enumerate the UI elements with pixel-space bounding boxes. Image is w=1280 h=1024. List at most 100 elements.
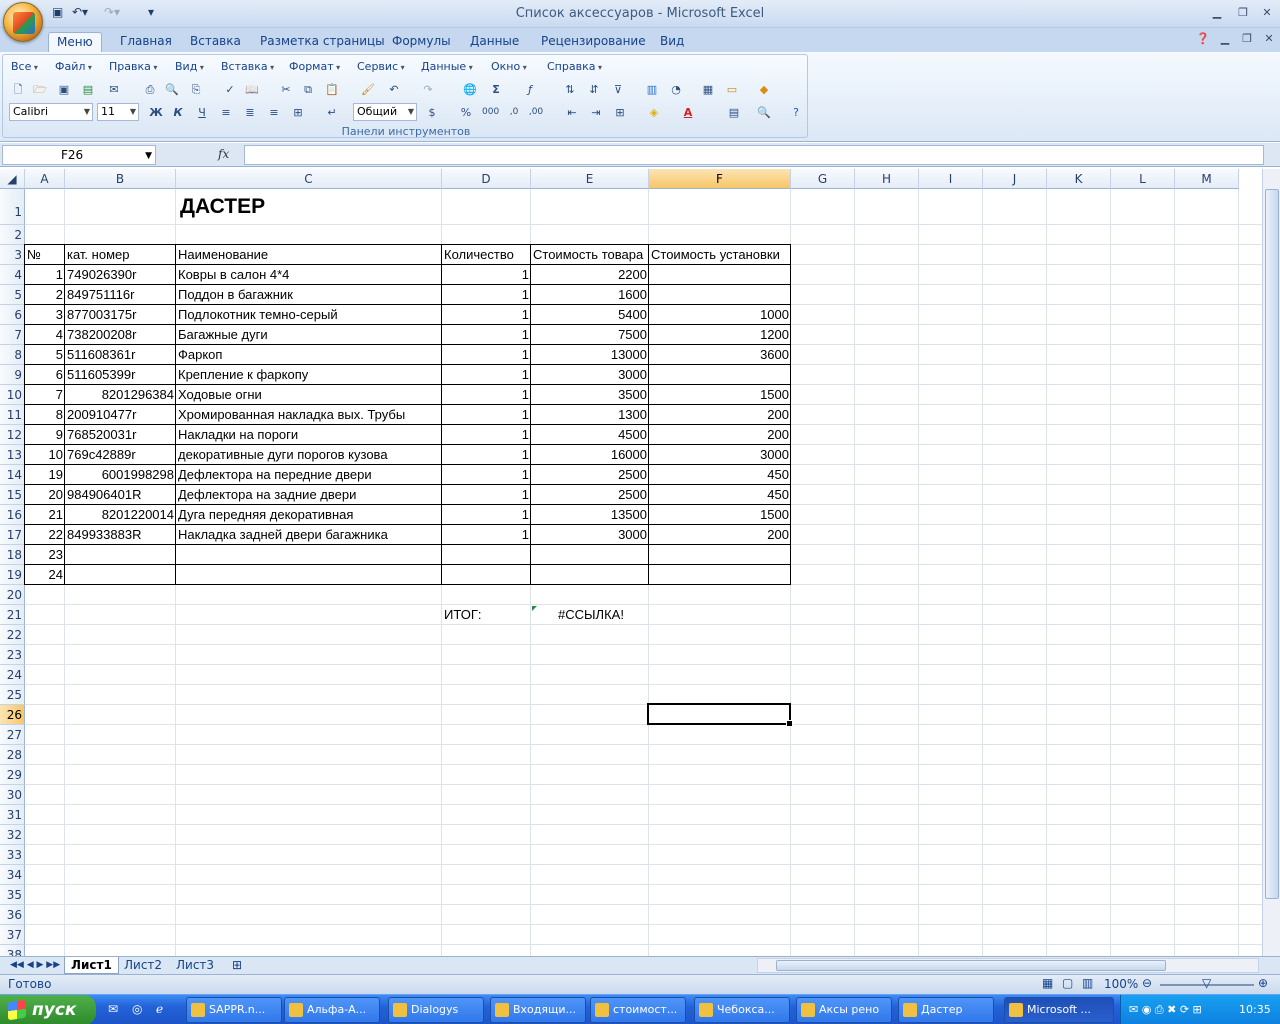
cell-num[interactable]: 22 bbox=[25, 525, 65, 545]
menu-window[interactable]: Окно bbox=[491, 60, 527, 73]
cell-name[interactable]: Подлокотник темно-серый bbox=[176, 305, 442, 325]
save-icon[interactable]: ▣ bbox=[55, 81, 73, 98]
cell-num[interactable]: 7 bbox=[25, 385, 65, 405]
copy-icon[interactable]: ⧉ bbox=[299, 81, 317, 98]
cell-install[interactable]: 1500 bbox=[649, 505, 791, 525]
cell-price[interactable]: 3000 bbox=[531, 525, 649, 545]
cell-name[interactable] bbox=[176, 565, 442, 585]
doc-close-icon[interactable]: ✕ bbox=[1258, 31, 1280, 47]
column-header[interactable]: J bbox=[983, 169, 1047, 189]
row-header[interactable]: 33 bbox=[0, 845, 25, 865]
cell-num[interactable]: 5 bbox=[25, 345, 65, 365]
row-header[interactable]: 1 bbox=[0, 189, 25, 225]
cell-qty[interactable]: 1 bbox=[442, 325, 531, 345]
zoom-in-icon[interactable]: ⊕ bbox=[1258, 976, 1268, 990]
menu-all[interactable]: Все bbox=[11, 60, 38, 73]
cell-install[interactable]: 200 bbox=[649, 425, 791, 445]
row-header[interactable]: 38 bbox=[0, 945, 25, 956]
tab-insert[interactable]: Вставка bbox=[182, 32, 249, 52]
name-box[interactable]: F26 ▼ bbox=[2, 145, 156, 165]
header-cell-price[interactable]: Стоимость товара bbox=[531, 245, 649, 265]
print-preview-icon[interactable]: 🔍 bbox=[163, 81, 181, 98]
underline-button[interactable]: Ч bbox=[193, 104, 211, 121]
row-header[interactable]: 19 bbox=[0, 565, 25, 585]
cell-cat-number[interactable]: 749026390r bbox=[65, 265, 176, 285]
close-icon[interactable]: ✕ bbox=[1256, 5, 1278, 21]
research-icon[interactable]: ⎘ bbox=[187, 81, 205, 98]
sheet-tab-2[interactable]: Лист2 bbox=[118, 957, 168, 974]
cell-qty[interactable]: 1 bbox=[442, 345, 531, 365]
cell-name[interactable]: Накладки на пороги bbox=[176, 425, 442, 445]
cell-name[interactable]: Ходовые огни bbox=[176, 385, 442, 405]
cell-name[interactable]: Дефлектора на задние двери bbox=[176, 485, 442, 505]
cell-cat-number[interactable]: 8201220014 bbox=[65, 505, 176, 525]
header-cell-cat[interactable]: кат. номер bbox=[65, 245, 176, 265]
row-header[interactable]: 30 bbox=[0, 785, 25, 805]
menu-help[interactable]: Справка bbox=[547, 60, 602, 73]
insert-sheet-icon[interactable]: ⊞ bbox=[226, 957, 248, 974]
cell-cat-number[interactable]: 511608361r bbox=[65, 345, 176, 365]
cell-cat-number[interactable]: 738200208r bbox=[65, 325, 176, 345]
start-button[interactable]: пуск bbox=[0, 995, 96, 1024]
row-header[interactable]: 3 bbox=[0, 245, 25, 265]
folder-icon[interactable]: ▭ bbox=[723, 81, 741, 98]
tab-view[interactable]: Вид bbox=[652, 32, 692, 52]
cell-price[interactable]: 1600 bbox=[531, 285, 649, 305]
horizontal-scrollbar[interactable] bbox=[757, 958, 1259, 973]
row-header[interactable]: 8 bbox=[0, 345, 25, 365]
chart-icon[interactable]: ▥ bbox=[643, 81, 661, 98]
taskbar-item[interactable]: Чебокса... bbox=[694, 997, 790, 1023]
quicklaunch-icon[interactable]: ✉ bbox=[108, 1002, 118, 1016]
tab-formulas[interactable]: Формулы bbox=[384, 32, 459, 52]
cell-cat-number[interactable]: 6001998298 bbox=[65, 465, 176, 485]
menu-insert[interactable]: Вставка bbox=[221, 60, 274, 73]
align-right-icon[interactable]: ≡ bbox=[265, 104, 283, 121]
office-button[interactable] bbox=[3, 2, 43, 42]
paste-icon[interactable]: 📋 bbox=[323, 81, 341, 98]
cell-qty[interactable]: 1 bbox=[442, 485, 531, 505]
cell-num[interactable]: 6 bbox=[25, 365, 65, 385]
zoom-slider-thumb[interactable]: ▽ bbox=[1202, 976, 1211, 990]
cell-price[interactable]: 2200 bbox=[531, 265, 649, 285]
vertical-scroll-thumb[interactable] bbox=[1265, 189, 1279, 899]
cell-price[interactable] bbox=[531, 545, 649, 565]
row-header[interactable]: 11 bbox=[0, 405, 25, 425]
menu-tools[interactable]: Сервис bbox=[357, 60, 405, 73]
vertical-scrollbar[interactable] bbox=[1262, 169, 1280, 956]
row-header[interactable]: 16 bbox=[0, 505, 25, 525]
taskbar-item[interactable]: Входящи... bbox=[490, 997, 586, 1023]
format-painter-icon[interactable]: 🖌 bbox=[359, 81, 377, 98]
row-header[interactable]: 26 bbox=[0, 705, 25, 725]
currency-icon[interactable]: $ bbox=[423, 104, 441, 121]
row-header[interactable]: 10 bbox=[0, 385, 25, 405]
align-center-icon[interactable]: ≣ bbox=[241, 104, 259, 121]
row-header[interactable]: 23 bbox=[0, 645, 25, 665]
increase-decimal-icon[interactable]: ,0 bbox=[505, 104, 523, 121]
cell-install[interactable] bbox=[649, 365, 791, 385]
bold-button[interactable]: Ж bbox=[147, 104, 165, 121]
cell-name[interactable]: Хромированная накладка вых. Трубы bbox=[176, 405, 442, 425]
row-header[interactable]: 15 bbox=[0, 485, 25, 505]
cell-num[interactable]: 24 bbox=[25, 565, 65, 585]
format-cells-icon[interactable]: ▤ bbox=[725, 104, 743, 121]
zoom-icon[interactable]: 🔍 bbox=[755, 104, 773, 121]
zoom-level[interactable]: 100% bbox=[1104, 977, 1138, 991]
fill-color-icon[interactable]: ◈ bbox=[645, 104, 663, 121]
font-color-icon[interactable]: A bbox=[679, 104, 697, 121]
new-icon[interactable]: 🗋 bbox=[9, 81, 27, 98]
cell-price[interactable] bbox=[531, 565, 649, 585]
row-header[interactable]: 12 bbox=[0, 425, 25, 445]
open-icon[interactable]: 🗁 bbox=[31, 81, 49, 98]
drawing-icon[interactable]: ◔ bbox=[667, 81, 685, 98]
row-header[interactable]: 13 bbox=[0, 445, 25, 465]
taskbar-item[interactable]: Dialogys bbox=[388, 997, 484, 1023]
cell-num[interactable]: 21 bbox=[25, 505, 65, 525]
cell-install[interactable]: 200 bbox=[649, 525, 791, 545]
column-header[interactable]: B bbox=[65, 169, 176, 189]
tray-icons[interactable]: ✉ ◉ ⎙ ✖ ⟳ ⊞ bbox=[1129, 1003, 1202, 1017]
cell-cat-number[interactable]: 877003175r bbox=[65, 305, 176, 325]
cell-install[interactable]: 1500 bbox=[649, 385, 791, 405]
print-icon[interactable]: ⎙ bbox=[141, 81, 159, 98]
page-layout-icon[interactable]: ▢ bbox=[1062, 976, 1073, 990]
row-header[interactable]: 21 bbox=[0, 605, 25, 625]
